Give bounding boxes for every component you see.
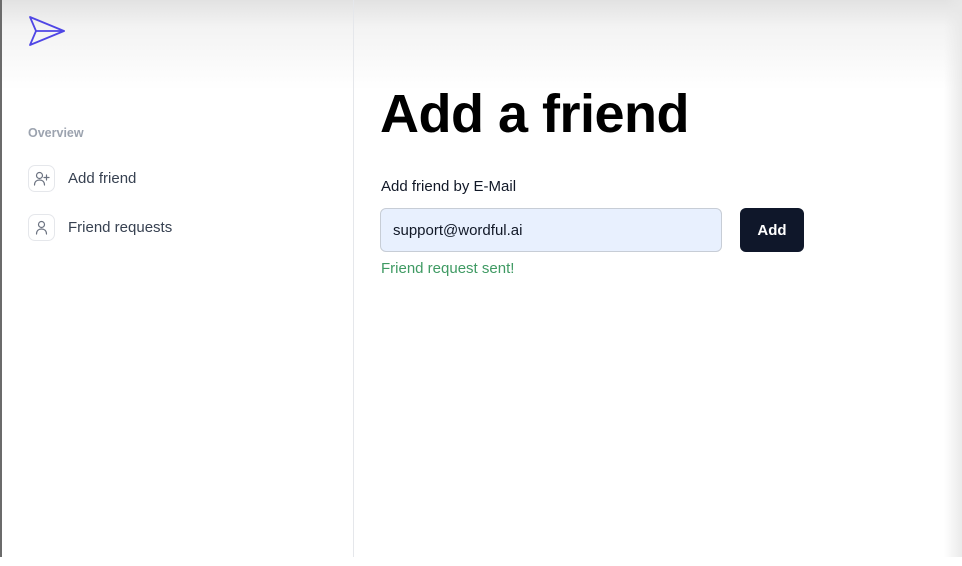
sidebar-section-label: Overview <box>28 126 84 140</box>
paper-plane-icon[interactable] <box>27 14 67 50</box>
email-field-label: Add friend by E-Mail <box>381 178 517 195</box>
email-field[interactable] <box>380 208 722 252</box>
sidebar-item-label: Friend requests <box>68 218 173 236</box>
page-title: Add a friend <box>380 84 690 144</box>
app-window: Overview Add friend Friend requests Add … <box>0 0 962 566</box>
sidebar: Overview Add friend Friend requests <box>2 0 354 557</box>
bottom-strip <box>0 557 962 566</box>
add-button[interactable]: Add <box>740 208 804 252</box>
right-shade <box>944 0 962 557</box>
sidebar-item-add-friend[interactable]: Add friend <box>28 164 136 192</box>
user-icon <box>28 213 55 241</box>
sidebar-item-friend-requests[interactable]: Friend requests <box>28 213 172 241</box>
sidebar-item-label: Add friend <box>68 169 137 187</box>
user-plus-icon <box>28 164 55 192</box>
main-content: Add a friend Add friend by E-Mail Add Fr… <box>355 0 945 557</box>
status-message: Friend request sent! <box>381 260 515 277</box>
